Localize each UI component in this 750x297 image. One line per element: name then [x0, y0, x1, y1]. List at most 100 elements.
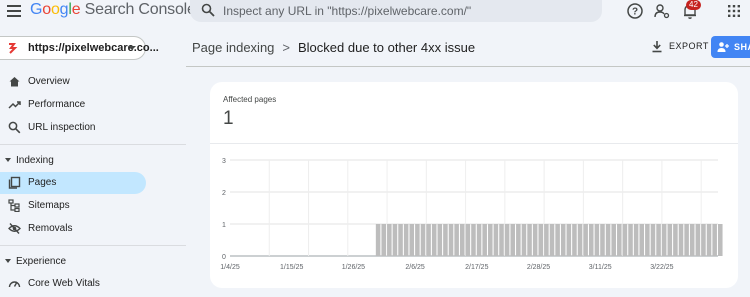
chart-bar	[678, 224, 684, 256]
x-tick-label: 2/17/25	[465, 264, 488, 271]
chart-bar	[617, 224, 622, 256]
chart-bar	[459, 224, 465, 256]
chart-bar	[532, 224, 538, 256]
chart-bar	[650, 224, 656, 256]
chart-bar	[409, 224, 415, 256]
affected-pages-card: Affected pages 1 0 1 2 3 1/4/25 1/15/25 1/26/2…	[210, 82, 738, 288]
chart-bar	[701, 224, 706, 256]
share-button[interactable]: SHA	[711, 36, 750, 58]
property-favicon-icon	[9, 43, 18, 54]
chart-bar	[577, 224, 583, 256]
sitemap-icon	[8, 199, 20, 212]
collapse-arrow-icon	[5, 259, 11, 263]
header-divider	[186, 66, 750, 67]
property-label: https://pixelwebcare.co...	[28, 42, 159, 54]
home-icon	[9, 77, 20, 87]
chart-bar	[572, 224, 577, 256]
chart-bar	[403, 224, 409, 256]
breadcrumb-parent[interactable]: Page indexing	[192, 40, 274, 55]
sidebar-divider	[0, 144, 186, 145]
chart-bar	[538, 224, 544, 256]
chart-bar	[673, 224, 678, 256]
chart-bar	[611, 224, 616, 256]
chart-bar	[476, 224, 482, 256]
sidebar-item-overview[interactable]: Overview	[0, 71, 146, 93]
chart-bar	[387, 224, 392, 256]
chart-bar	[695, 224, 701, 256]
chart-bar	[471, 224, 476, 256]
chart-bar	[645, 224, 650, 256]
search-placeholder: Inspect any URL in "https://pixelwebcare…	[223, 4, 472, 18]
sidebar-item-label: Performance	[28, 99, 86, 110]
chart-bar	[656, 224, 661, 256]
sidebar-item-sitemaps[interactable]: Sitemaps	[0, 195, 146, 217]
chart-bar	[499, 224, 504, 256]
sidebar-divider	[0, 245, 186, 246]
y-tick-label: 2	[222, 190, 226, 197]
search-icon	[8, 121, 21, 134]
chevron-down-icon	[128, 46, 136, 50]
chart-bar	[516, 224, 521, 256]
chart-bar	[465, 224, 471, 256]
help-icon[interactable]: ?	[626, 2, 644, 20]
chart-bar	[712, 224, 717, 256]
chart-bar	[622, 224, 628, 256]
property-selector[interactable]: https://pixelwebcare.co...	[0, 36, 159, 60]
notifications-badge: 42	[686, 0, 701, 10]
svg-text:?: ?	[632, 7, 638, 18]
chart-bar	[594, 224, 600, 256]
person-add-icon	[717, 42, 729, 52]
chart-bar	[583, 224, 588, 256]
app-logo[interactable]: Google Search Console	[30, 1, 196, 19]
sidebar-item-label: Overview	[28, 76, 70, 87]
share-label: SHA	[734, 42, 750, 52]
sidebar-item-label: URL inspection	[28, 122, 96, 133]
chart-bar	[426, 224, 431, 256]
chart-bar	[566, 224, 572, 256]
breadcrumb: Page indexing > Blocked due to other 4xx i…	[192, 40, 475, 55]
manage-users-icon[interactable]	[653, 2, 671, 20]
trending-up-icon	[8, 101, 21, 109]
chart-bar	[667, 224, 673, 256]
x-tick-label: 1/26/25	[342, 264, 365, 271]
chart-bar	[454, 224, 459, 256]
x-tick-label: 3/11/25	[589, 264, 612, 271]
download-icon	[652, 41, 662, 53]
chart-bar	[521, 224, 527, 256]
y-tick-label: 1	[222, 222, 226, 229]
speed-gauge-icon	[8, 281, 21, 288]
sidebar-item-label: Core Web Vitals	[28, 278, 100, 289]
chart-bar	[639, 224, 645, 256]
chart-bar	[689, 224, 695, 256]
export-label: EXPORT	[669, 41, 709, 51]
sidebar-item-removals[interactable]: Removals	[0, 218, 146, 240]
collapse-arrow-icon	[5, 158, 11, 162]
pages-icon	[8, 176, 21, 189]
section-indexing[interactable]: Indexing	[0, 150, 146, 170]
chart-bar	[684, 224, 689, 256]
chart-bar	[482, 224, 487, 256]
chart-bar	[510, 224, 516, 256]
section-label: Experience	[16, 256, 67, 267]
affected-pages-chart: 0 1 2 3 1/4/25 1/15/25 1/26/25 2/6/25 2/17/25 2/2…	[220, 158, 723, 271]
sidebar-item-label: Pages	[28, 177, 57, 188]
logo-google: Google	[30, 1, 81, 18]
menu-icon[interactable]	[6, 2, 22, 18]
chart-bar	[448, 224, 454, 256]
chart-bar	[493, 224, 499, 256]
section-experience[interactable]: Experience	[0, 251, 146, 271]
sidebar-item-pages[interactable]: Pages	[0, 172, 146, 194]
chart-bar	[718, 224, 723, 256]
apps-grid-icon[interactable]	[725, 2, 743, 20]
sidebar-item-url-inspection[interactable]: URL inspection	[0, 117, 146, 139]
page-title: Blocked due to other 4xx issue	[298, 40, 476, 55]
search-input[interactable]: Inspect any URL in "https://pixelwebcare…	[190, 0, 602, 22]
visibility-off-icon	[8, 223, 21, 234]
y-tick-label: 3	[222, 158, 226, 165]
chart-bar	[555, 224, 560, 256]
chart-bar	[605, 224, 611, 256]
sidebar-item-core-web-vitals[interactable]: Core Web Vitals	[0, 273, 146, 295]
sidebar-item-performance[interactable]: Performance	[0, 94, 146, 116]
chart-bar	[488, 224, 493, 256]
search-icon	[201, 3, 215, 17]
